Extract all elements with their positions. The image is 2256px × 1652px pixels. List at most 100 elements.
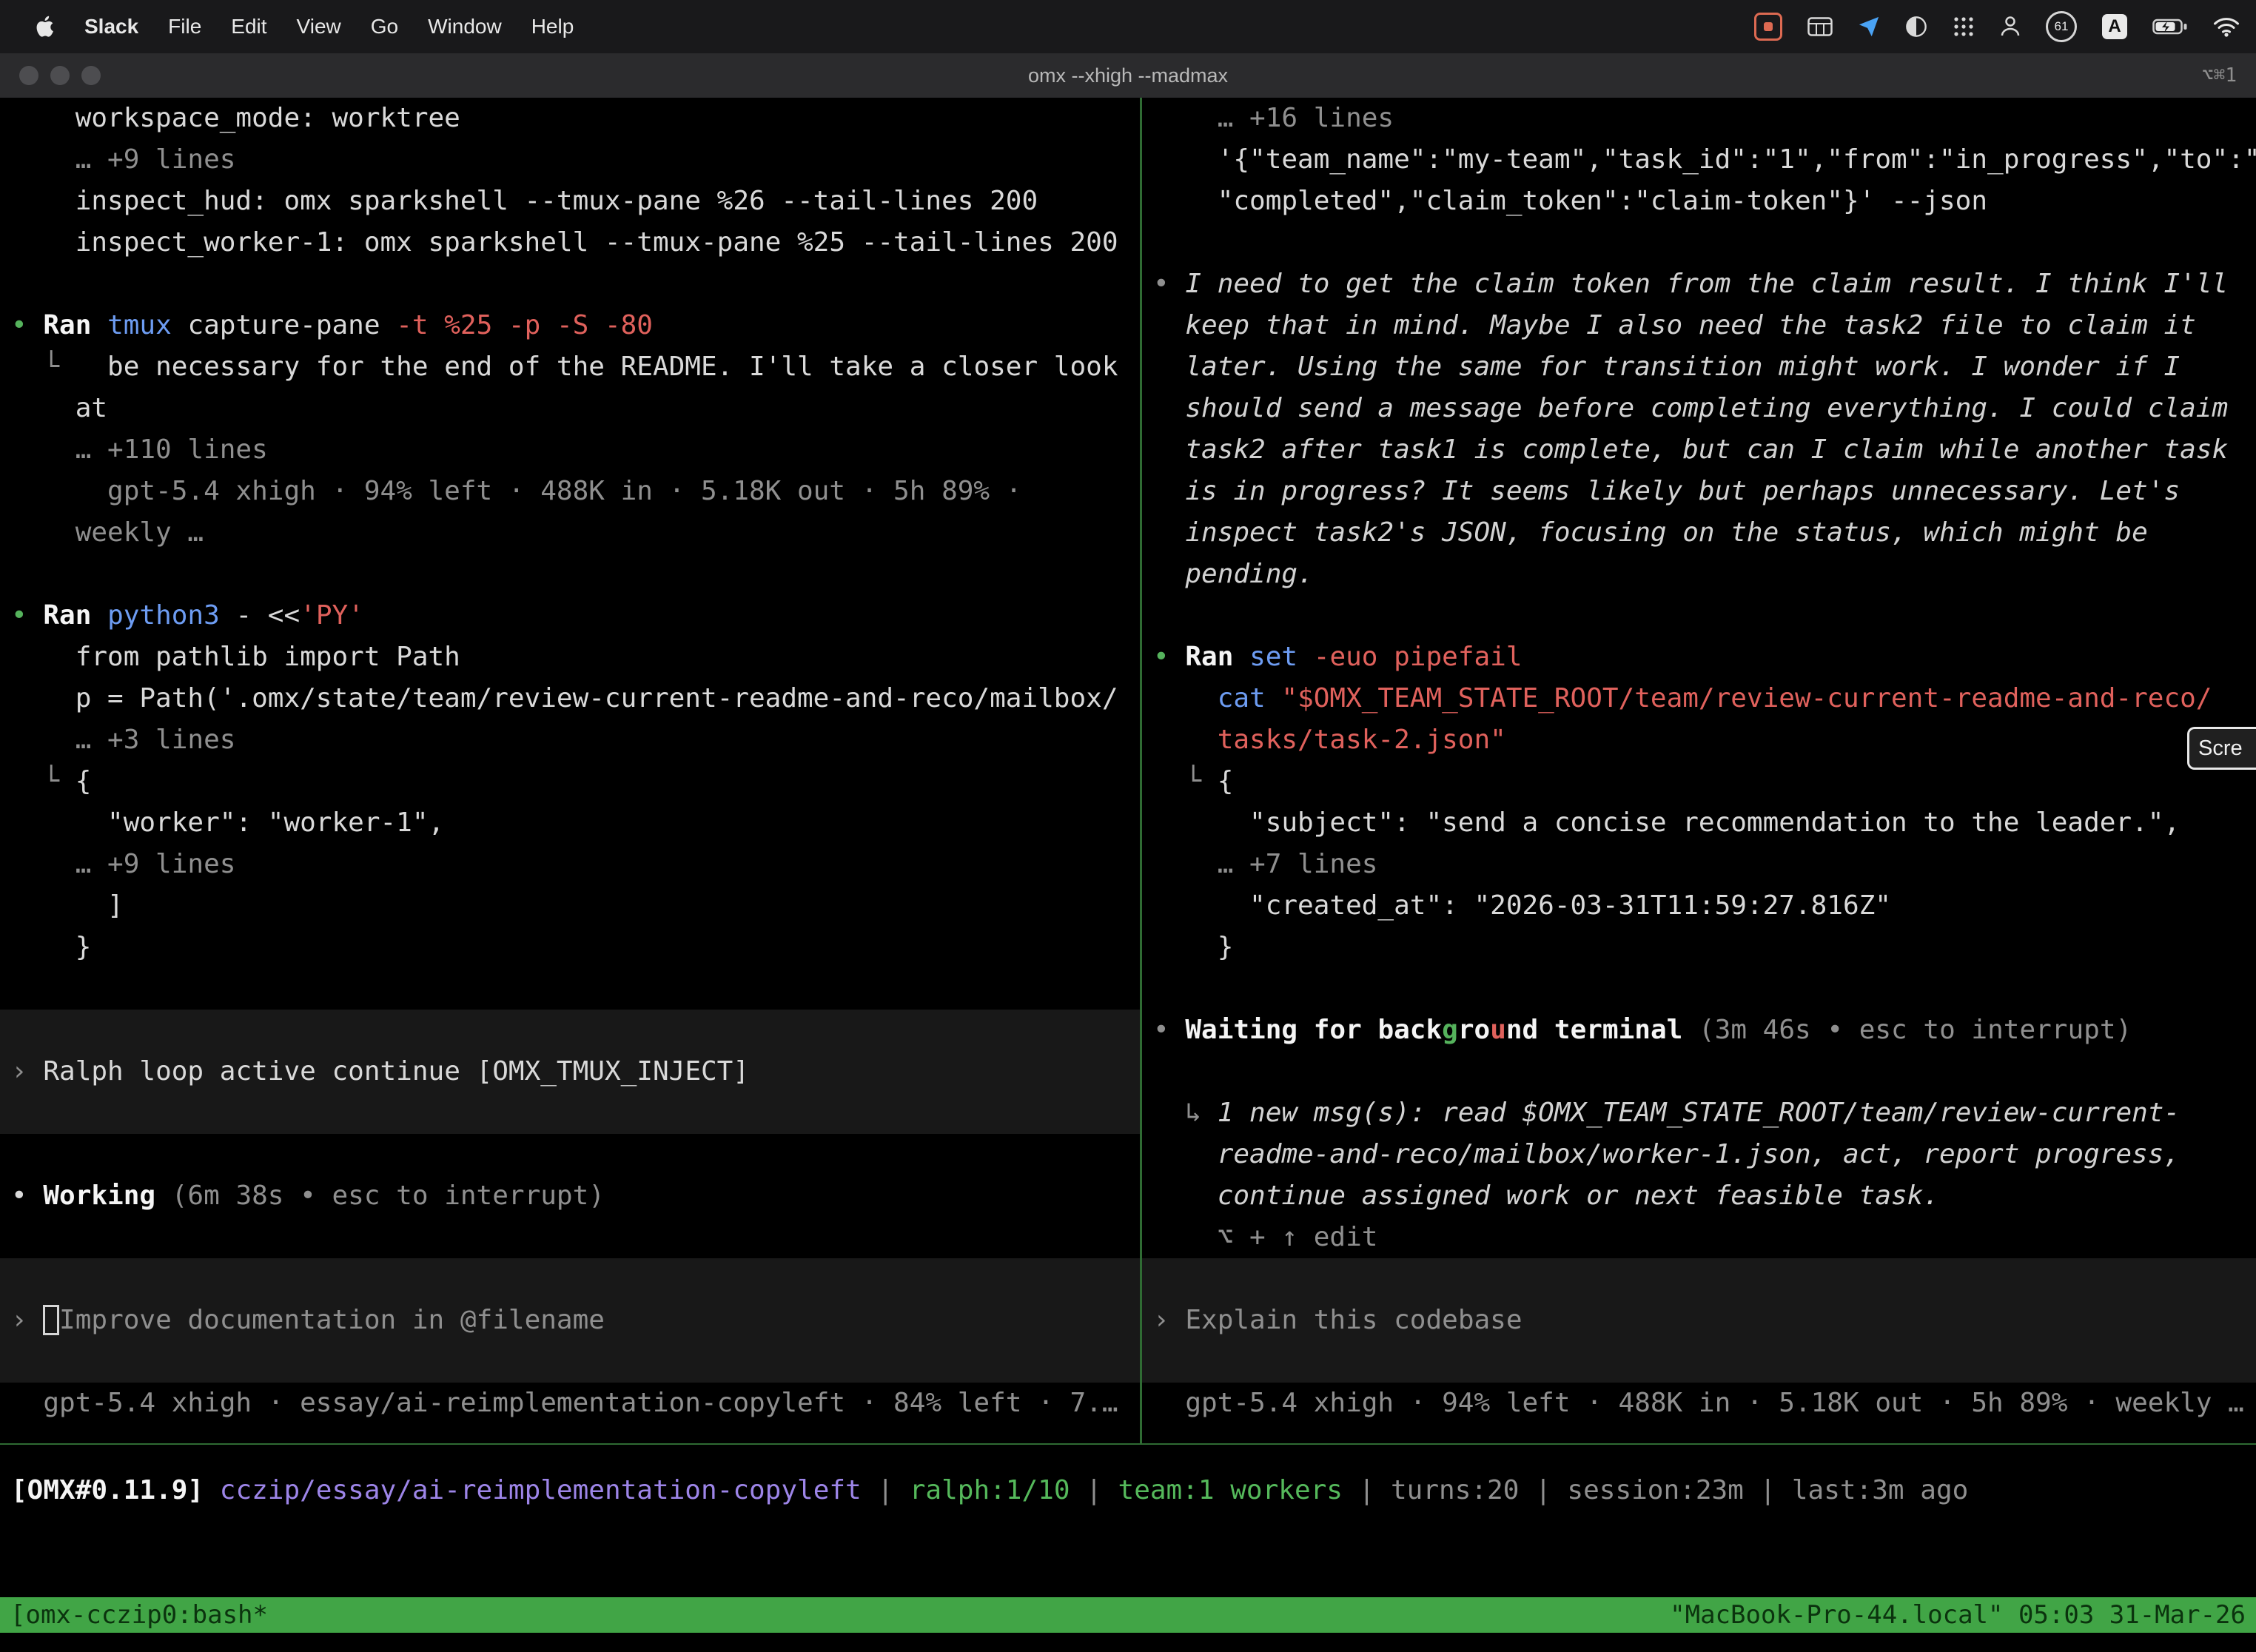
- badge-61-icon[interactable]: 61: [2046, 11, 2077, 42]
- person-icon[interactable]: [2000, 16, 2021, 38]
- text-segment: "created_at": "2026-03-31T11:59:27.816Z": [1249, 890, 1891, 921]
- terminal-line: inspect_hud: omx sparkshell --tmux-pane …: [0, 181, 1140, 222]
- menu-item-help[interactable]: Help: [517, 15, 589, 38]
- text-segment: ro: [1458, 1015, 1490, 1045]
- terminal-line: gpt-5.4 xhigh · 94% left · 488K in · 5.1…: [0, 471, 1140, 512]
- terminal-line: at: [0, 388, 1140, 429]
- battery-icon[interactable]: [2152, 18, 2188, 36]
- terminal-line: gpt-5.4 xhigh · essay/ai-reimplementatio…: [0, 1383, 1140, 1424]
- text-segment: -t %25 -p -S -80: [396, 310, 653, 340]
- composer-band[interactable]: › Explain this codebase: [1142, 1258, 2256, 1383]
- tmux-status-bar: [omx-cczip0:bash* "MacBook-Pro-44.local"…: [0, 1597, 2256, 1633]
- screen-notification[interactable]: Scre: [2187, 727, 2256, 770]
- terminal-line: p = Path('.omx/state/team/review-current…: [0, 678, 1140, 719]
- text-segment: nd terminal: [1506, 1015, 1699, 1045]
- terminal-line: └ {: [0, 761, 1140, 802]
- apple-menu[interactable]: [22, 15, 70, 38]
- terminal-line: ]: [0, 885, 1140, 927]
- terminal-line: └ be necessary for the end of the README…: [0, 346, 1140, 388]
- input-source-icon[interactable]: A: [2102, 14, 2127, 39]
- text-segment: [OMX#0.11.9]: [11, 1475, 220, 1505]
- text-segment: 1 new msg(s): read $OMX_TEAM_STATE_ROOT/…: [1218, 1098, 2180, 1128]
- menu-left: Slack File Edit View Go Window Help: [0, 15, 588, 38]
- terminal-line: inspect_worker-1: omx sparkshell --tmux-…: [0, 222, 1140, 263]
- terminal-line: … +7 lines: [1142, 844, 2256, 885]
- terminal-line: '{"team_name":"my-team","task_id":"1","f…: [1142, 139, 2256, 181]
- text-segment: "worker": "worker-1",: [107, 807, 444, 838]
- terminal-line: task2 after task1 is complete, but can I…: [1142, 429, 2256, 471]
- input-source-label: A: [2108, 16, 2121, 37]
- input-cursor: [43, 1305, 59, 1335]
- blank-line: [0, 554, 1140, 595]
- terminal-line: "completed","claim_token":"claim-token"}…: [1142, 181, 2256, 222]
- tmux-host-clock: "MacBook-Pro-44.local" 05:03 31-Mar-26: [1670, 1597, 2246, 1633]
- terminal-line: pending.: [1142, 554, 2256, 595]
- text-segment: -euo pipefail: [1314, 642, 1523, 672]
- badge-61-label: 61: [2055, 19, 2069, 34]
- text-segment: |: [1070, 1475, 1118, 1505]
- terminal-pane-right[interactable]: … +16 lines'{"team_name":"my-team","task…: [1142, 98, 2256, 1443]
- grid-icon[interactable]: [1807, 17, 1833, 36]
- text-segment: capture-pane: [187, 310, 396, 340]
- menu-item-window[interactable]: Window: [413, 15, 517, 38]
- menu-item-file[interactable]: File: [153, 15, 216, 38]
- composer-band[interactable]: › Improve documentation in @filename: [0, 1258, 1140, 1383]
- circle-app-icon[interactable]: [1905, 16, 1927, 38]
- dots-grid-icon[interactable]: [1953, 16, 1975, 38]
- text-segment: g: [1442, 1015, 1458, 1045]
- menu-status-icons: 61 A: [1754, 11, 2256, 42]
- wifi-icon[interactable]: [2213, 16, 2240, 37]
- text-segment: "completed","claim_token":"claim-token"}…: [1218, 186, 1987, 216]
- text-segment: task2 after task1 is complete, but can I…: [1185, 434, 2228, 465]
- terminal-line: … +9 lines: [0, 139, 1140, 181]
- text-segment: Explain this codebase: [1185, 1305, 1522, 1335]
- blank-line: [1142, 968, 2256, 1010]
- tmux-session-label: [omx-cczip0:bash*: [10, 1597, 268, 1633]
- text-segment: Improve documentation in @filename: [59, 1305, 605, 1335]
- menu-item-go[interactable]: Go: [356, 15, 413, 38]
- text-segment: }: [75, 932, 92, 962]
- text-segment: be necessary for the end of the README. …: [75, 352, 1118, 382]
- terminal-line: later. Using the same for transition mig…: [1142, 346, 2256, 388]
- pane-bottom-border: [0, 1443, 2256, 1445]
- text-segment: u: [1490, 1015, 1506, 1045]
- screen-notification-label: Scre: [2198, 736, 2243, 761]
- text-segment: gpt-5.4 xhigh · 94% left · 488K in · 5.1…: [107, 476, 1021, 506]
- menu-item-edit[interactable]: Edit: [216, 15, 281, 38]
- text-segment: session:23m: [1567, 1475, 1743, 1505]
- window-shortcut: ⌥⌘1: [2202, 53, 2237, 98]
- text-segment: later. Using the same for transition mig…: [1185, 352, 2180, 382]
- text-segment: cczip/essay/ai-reimplementation-copyleft: [220, 1475, 862, 1505]
- text-segment: •: [1153, 1015, 1185, 1045]
- terminal-line: • I need to get the claim token from the…: [1142, 263, 2256, 305]
- text-segment: python3: [107, 600, 235, 631]
- menu-bar: Slack File Edit View Go Window Help 61 A: [0, 0, 2256, 53]
- text-segment: is in progress? It seems likely but perh…: [1185, 476, 2180, 506]
- menu-item-view[interactable]: View: [282, 15, 356, 38]
- terminal-line: • Ran set -euo pipefail: [1142, 637, 2256, 678]
- text-segment: ›: [1153, 1305, 1185, 1335]
- text-segment: Ralph loop active continue [OMX_TMUX_INJ…: [43, 1056, 749, 1087]
- text-segment: readme-and-reco/mailbox/worker-1.json, a…: [1218, 1139, 2180, 1169]
- text-segment: •: [1153, 269, 1185, 299]
- paperplane-icon[interactable]: [1858, 16, 1880, 38]
- text-segment: └: [1185, 766, 1217, 796]
- composer-band[interactable]: › Ralph loop active continue [OMX_TMUX_I…: [0, 1010, 1140, 1134]
- terminal-line: }: [0, 927, 1140, 968]
- text-segment: (3m 46s • esc to interrupt): [1699, 1015, 2132, 1045]
- text-segment: tasks/task-2.json": [1218, 725, 1506, 755]
- terminal-line: keep that in mind. Maybe I also need the…: [1142, 305, 2256, 346]
- text-segment: keep that in mind. Maybe I also need the…: [1185, 310, 2195, 340]
- terminal-line: … +9 lines: [0, 844, 1140, 885]
- text-segment: Working: [43, 1181, 171, 1211]
- terminal-line: cat "$OMX_TEAM_STATE_ROOT/team/review-cu…: [1142, 678, 2256, 719]
- text-segment: '{"team_name":"my-team","task_id":"1","f…: [1218, 144, 2256, 175]
- terminal-line: gpt-5.4 xhigh · 94% left · 488K in · 5.1…: [1142, 1383, 2256, 1424]
- blank-line: [1142, 1051, 2256, 1092]
- menu-item-slack[interactable]: Slack: [70, 15, 153, 38]
- recording-indicator-icon[interactable]: [1754, 13, 1782, 41]
- terminal-pane-left[interactable]: workspace_mode: worktree… +9 linesinspec…: [0, 98, 1140, 1443]
- terminal-line: "worker": "worker-1",: [0, 802, 1140, 844]
- terminal-line: … +3 lines: [0, 719, 1140, 761]
- text-segment: … +7 lines: [1218, 849, 1378, 879]
